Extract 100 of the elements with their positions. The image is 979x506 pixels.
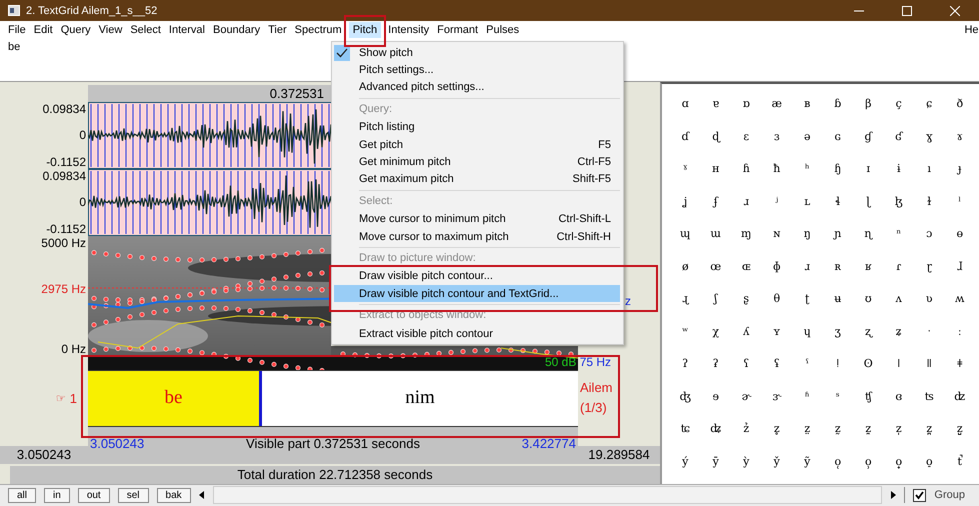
menu-item[interactable]: Draw visible pitch contour... [334, 268, 620, 286]
ipa-symbol[interactable]: ç [884, 88, 914, 120]
ipa-symbol[interactable]: ɪ [853, 152, 884, 186]
ipa-symbol[interactable]: ɒ [731, 88, 762, 120]
menu-item[interactable]: Show pitch [334, 44, 620, 62]
ipa-symbol[interactable]: ɶ [731, 250, 762, 283]
ipa-symbol[interactable]: ʱ [792, 380, 822, 413]
ipa-symbol[interactable]: ɰ [670, 218, 700, 250]
ipa-symbol[interactable]: ɱ [731, 218, 762, 250]
ipa-symbol[interactable]: ʷ [670, 315, 700, 348]
scroll-right-icon[interactable] [890, 491, 896, 500]
menu-item[interactable]: Pulses [482, 22, 524, 38]
ipa-symbol[interactable]: ŋ [792, 218, 822, 250]
ipa-symbol[interactable]: ˡ [944, 185, 975, 218]
ipa-symbol[interactable]: ʣ [944, 380, 975, 413]
ipa-symbol[interactable]: ɹ [792, 250, 822, 283]
ipa-symbol[interactable]: z̰ [822, 412, 853, 446]
ipa-symbol[interactable]: ʍ [944, 282, 975, 316]
close-icon[interactable] [950, 6, 960, 16]
ipa-symbol[interactable]: ɻ [670, 282, 700, 316]
ipa-symbol[interactable]: ʊ [853, 282, 884, 316]
ipa-symbol[interactable]: ˠ [670, 152, 700, 186]
zoom-button[interactable]: out [78, 488, 110, 503]
ipa-symbol[interactable]: ð [944, 88, 975, 120]
ipa-symbol[interactable]: ɑ [670, 88, 700, 120]
ipa-symbol[interactable]: ỳ [731, 445, 762, 478]
ipa-symbol[interactable]: ɣ [914, 120, 944, 153]
ipa-symbol[interactable]: ʛ [884, 120, 914, 153]
ipa-symbol[interactable]: ʝ [670, 185, 700, 218]
menu-item[interactable]: Edit [30, 22, 57, 38]
ipa-symbol[interactable]: ɾ [884, 250, 914, 283]
ipa-symbol[interactable]: ɥ [792, 315, 822, 348]
ipa-symbol[interactable]: ɐ [700, 88, 731, 120]
ipa-symbol[interactable]: z̺ [944, 412, 975, 446]
ipa-symbol[interactable]: θ [762, 282, 792, 316]
ipa-symbol[interactable]: ʃ [700, 282, 731, 316]
ipa-symbol[interactable]: ʔ [670, 348, 700, 380]
ipa-symbol[interactable]: o̠ [914, 445, 944, 478]
menu-item[interactable]: Tier [264, 22, 291, 38]
ipa-symbol[interactable]: ɮ [884, 185, 914, 218]
menu-item[interactable]: File [4, 22, 30, 38]
ipa-symbol[interactable]: ɢ [822, 120, 853, 153]
interval[interactable]: be [88, 370, 259, 426]
ipa-symbol[interactable]: ˢ [822, 380, 853, 413]
ipa-symbol[interactable]: ʕ [731, 348, 762, 380]
ipa-symbol[interactable]: ɤ [944, 120, 975, 153]
ipa-symbol[interactable]: ɬ [822, 185, 853, 218]
menu-item[interactable]: Extract visible pitch contour [334, 324, 620, 342]
ipa-symbol[interactable]: z̼ [853, 412, 884, 446]
ipa-symbol[interactable]: ǃ [822, 348, 853, 380]
ipa-symbol[interactable]: ɛ [731, 120, 762, 153]
ipa-symbol[interactable]: ɫ [914, 185, 944, 218]
ipa-symbol[interactable]: z̉ [731, 412, 762, 446]
ipa-symbol[interactable]: ʤ [670, 380, 700, 413]
ipa-symbol[interactable]: ȳ [700, 445, 731, 478]
ipa-symbol[interactable]: ø [670, 250, 700, 283]
ipa-symbol[interactable]: ɨ [884, 152, 914, 186]
ipa-symbol[interactable]: ʟ [792, 185, 822, 218]
ipa-symbol[interactable]: ʏ [762, 315, 792, 348]
ipa-symbol[interactable]: ɦ [731, 152, 762, 186]
ipa-symbol[interactable]: ʦ [914, 380, 944, 413]
ipa-symbol[interactable]: o̜ [822, 445, 853, 478]
ipa-symbol[interactable]: ˤ [792, 348, 822, 380]
ipa-symbol[interactable]: ɟ [944, 152, 975, 186]
ipa-symbol[interactable]: ⁿ [884, 218, 914, 250]
ipa-symbol[interactable]: ʰ [792, 152, 822, 186]
ipa-symbol[interactable]: z̪ [914, 412, 944, 446]
ipa-symbol[interactable]: ʋ [914, 282, 944, 316]
ipa-symbol[interactable]: z̤ [792, 412, 822, 446]
ipa-symbol[interactable]: ɞ [884, 380, 914, 413]
ipa-symbol[interactable]: ɜ [762, 120, 792, 153]
maximize-icon[interactable] [902, 6, 912, 16]
ipa-symbol[interactable]: ɵ [944, 218, 975, 250]
menu-item[interactable]: Intensity [384, 22, 434, 38]
ipa-symbol[interactable]: ʙ [792, 88, 822, 120]
ipa-symbol[interactable]: o̟ [884, 445, 914, 478]
menu-item[interactable]: Formant [433, 22, 482, 38]
menu-item[interactable]: Move cursor to minimum pitch Ctrl-Shift-L [334, 210, 620, 228]
ipa-symbol[interactable]: ʉ [822, 282, 853, 316]
menu-item[interactable]: Draw visible pitch contour and TextGrid... [334, 285, 620, 302]
ipa-symbol[interactable]: ɹ [731, 185, 762, 218]
ipa-symbol[interactable]: ħ [762, 152, 792, 186]
ipa-symbol[interactable]: ɗ [670, 120, 700, 153]
menu-item[interactable]: Hel [960, 22, 979, 38]
ipa-symbol[interactable]: ʲ [762, 185, 792, 218]
zoom-button[interactable]: in [44, 488, 70, 503]
ipa-symbol[interactable]: ɳ [853, 218, 884, 250]
ipa-symbol[interactable]: ʒ [822, 315, 853, 348]
ipa-symbol[interactable]: ʀ [822, 250, 853, 283]
menu-item[interactable]: Get minimum pitch Ctrl-F5 [334, 153, 620, 171]
ipa-symbol[interactable]: β [853, 88, 884, 120]
ipa-symbol[interactable]: y̌ [762, 445, 792, 478]
ipa-symbol[interactable]: ɕ [914, 88, 944, 120]
interval-boundary[interactable] [258, 370, 262, 426]
ipa-symbol[interactable]: œ [700, 250, 731, 283]
ipa-symbol[interactable]: ʡ [700, 348, 731, 380]
menu-item[interactable]: View [94, 22, 126, 38]
ipa-symbol[interactable]: ɲ [822, 218, 853, 250]
menu-item[interactable]: Pitch [348, 22, 382, 38]
menu-item[interactable]: Pitch listing [334, 118, 620, 136]
